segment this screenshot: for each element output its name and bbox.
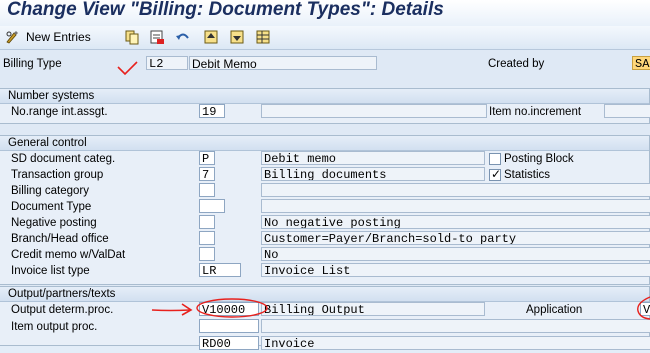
red-arrow-annotation [151, 309, 191, 312]
red-circle-annotation [196, 298, 268, 318]
red-checkmark-annotation [117, 61, 138, 76]
annotation-overlay [117, 61, 650, 320]
red-circle-right-annotation [637, 296, 650, 320]
